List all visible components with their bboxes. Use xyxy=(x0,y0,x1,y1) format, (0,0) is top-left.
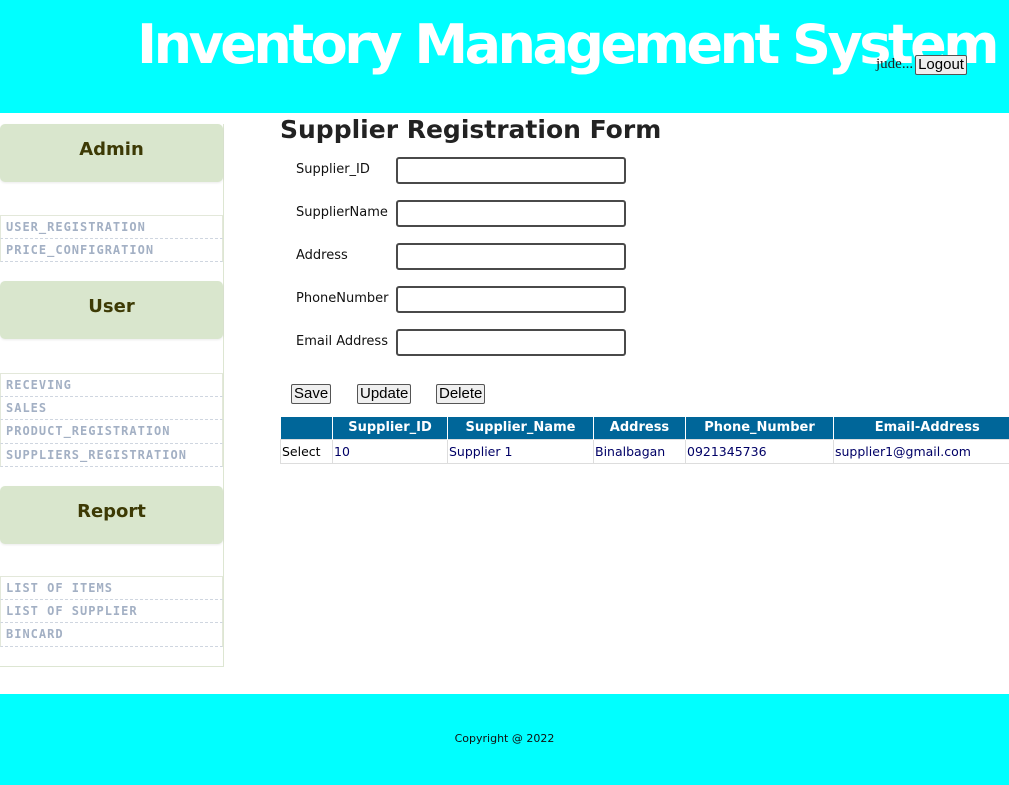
logout-button[interactable]: Logout xyxy=(915,54,967,75)
column-header-select xyxy=(280,417,333,439)
cell-supplier-name: Supplier 1 xyxy=(447,438,594,464)
sidebar: Admin USER_REGISTRATION PRICE_CONFIGRATI… xyxy=(0,124,224,667)
column-header-phone-number: Phone_Number xyxy=(685,417,834,439)
menu-item-suppliers-registration[interactable]: SUPPLIERS_REGISTRATION xyxy=(0,443,223,467)
delete-button[interactable]: Delete xyxy=(436,384,486,404)
footer-bar: Copyright @ 2022 xyxy=(0,694,1009,785)
copyright-text: Copyright @ 2022 xyxy=(454,732,555,745)
supplier-name-label: SupplierName xyxy=(296,205,388,220)
column-header-supplier-id: Supplier_ID xyxy=(332,417,448,439)
site-title: Inventory Management System xyxy=(137,13,1000,76)
supplier-table: Supplier_ID Supplier_Name Address Phone_… xyxy=(280,417,1009,464)
supplier-id-input[interactable] xyxy=(396,157,626,184)
menu-item-bincard[interactable]: BINCARD xyxy=(0,623,223,647)
supplier-name-input[interactable] xyxy=(396,200,626,227)
column-header-supplier-name: Supplier_Name xyxy=(447,417,594,439)
menu-item-user-registration[interactable]: USER_REGISTRATION xyxy=(0,215,223,239)
menu-item-sales[interactable]: SALES xyxy=(0,396,223,420)
username-label: jude... xyxy=(876,56,914,72)
menu-header-admin: Admin xyxy=(0,124,223,182)
menu-list-admin: USER_REGISTRATION PRICE_CONFIGRATION xyxy=(0,215,223,262)
update-button[interactable]: Update xyxy=(357,384,412,404)
address-input[interactable] xyxy=(396,243,626,270)
user-area: jude... Logout xyxy=(876,54,967,75)
menu-item-list-of-supplier[interactable]: LIST OF SUPPLIER xyxy=(0,599,223,623)
phone-number-label: PhoneNumber xyxy=(296,291,389,306)
menu-item-list-of-items[interactable]: LIST OF ITEMS xyxy=(0,576,223,600)
email-address-label: Email Address xyxy=(296,334,388,349)
table-header-row: Supplier_ID Supplier_Name Address Phone_… xyxy=(280,417,1009,439)
column-header-email-address: Email-Address xyxy=(833,417,1009,439)
header-bar: Inventory Management System jude... Logou… xyxy=(0,0,1009,113)
menu-header-report: Report xyxy=(0,486,223,544)
supplier-id-label: Supplier_ID xyxy=(296,162,370,177)
phone-number-input[interactable] xyxy=(396,286,626,313)
table-row: Select 10 Supplier 1 Binalbagan 09213457… xyxy=(280,438,1009,464)
menu-header-user: User xyxy=(0,281,223,339)
address-label: Address xyxy=(296,248,348,263)
menu-list-report: LIST OF ITEMS LIST OF SUPPLIER BINCARD xyxy=(0,576,223,647)
menu-item-receving[interactable]: RECEVING xyxy=(0,373,223,397)
cell-email-address: supplier1@gmail.com xyxy=(833,438,1009,464)
cell-phone-number: 0921345736 xyxy=(685,438,834,464)
menu-list-user: RECEVING SALES PRODUCT_REGISTRATION SUPP… xyxy=(0,373,223,467)
save-button[interactable]: Save xyxy=(291,384,332,404)
menu-item-product-registration[interactable]: PRODUCT_REGISTRATION xyxy=(0,420,223,444)
column-header-address: Address xyxy=(593,417,686,439)
cell-supplier-id: 10 xyxy=(332,438,448,464)
menu-item-price-configration[interactable]: PRICE_CONFIGRATION xyxy=(0,238,223,262)
select-link[interactable]: Select xyxy=(280,438,333,464)
form-title: Supplier Registration Form xyxy=(280,115,662,144)
cell-address: Binalbagan xyxy=(593,438,686,464)
email-address-input[interactable] xyxy=(396,329,626,356)
